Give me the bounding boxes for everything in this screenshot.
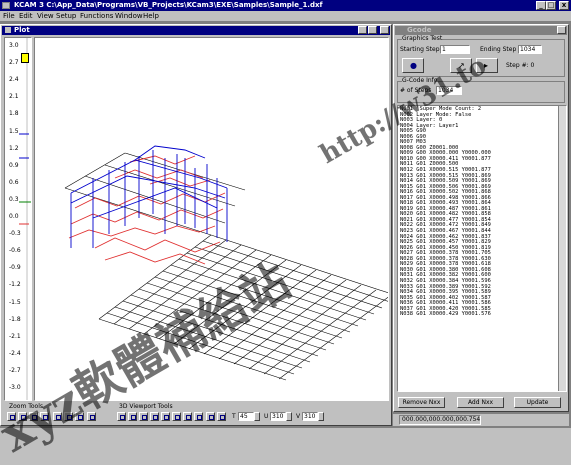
u-label: U [264,413,269,420]
menu-edit[interactable]: Edit [19,12,33,21]
view-left-button[interactable] [183,412,192,421]
view-top-button[interactable] [117,412,126,421]
t-spinner[interactable] [254,412,260,421]
status-bar: 000.000,000.000,000.754 [393,414,569,426]
view-front-button[interactable] [128,412,137,421]
v-label: V [296,413,301,420]
u-angle-field[interactable]: 310 [270,412,286,421]
menu-bar: File Edit View Setup Functions Window He… [0,11,571,21]
plot-close-button[interactable] [380,26,389,34]
cursor-coordinates: 000.000,000.000,000.754 [399,415,481,425]
gcode-close-button[interactable] [557,26,566,34]
menu-file[interactable]: File [3,12,15,21]
minimize-icon: _ [539,1,543,9]
view-right-button[interactable] [194,412,203,421]
gcode-scrollbar[interactable] [558,106,566,391]
viewport-tools-label: 3D Viewport Tools [119,403,173,410]
maximize-button[interactable]: □ [546,1,556,10]
play-button[interactable]: ● [402,58,424,73]
z-scale-marks [19,38,31,400]
gcode-lines: N001 'Super Mode Count: 2 N002 Layer Mode… [400,106,491,318]
z-scale-ruler: 3.0 2.7 2.4 2.1 1.8 1.5 1.2 0.9 0.6 0.3 0.0 -0.3 -0.… [4,37,32,401]
menu-functions[interactable]: Functions [80,12,113,21]
add-nxx-button[interactable]: Add Nxx [457,397,504,408]
graphics-test-label: Graphics Test [402,35,443,42]
t-angle-field[interactable]: 45 [238,412,254,421]
view-iso-button[interactable] [150,412,159,421]
menu-window[interactable]: Window [115,12,143,21]
view-rotate-button[interactable] [206,412,215,421]
menu-view[interactable]: View [37,12,54,21]
t-label: T [232,413,236,420]
step-counter: Step #: 0 [506,62,535,69]
minimize-button[interactable]: _ [536,1,546,10]
gcode-titlebar[interactable]: Gcode [395,26,567,35]
plot-window-icon [5,27,11,33]
ending-step-label: Ending Step [480,46,517,53]
menu-help[interactable]: Help [143,12,159,21]
plot-titlebar[interactable]: Plot [2,26,390,35]
maximize-icon: □ [547,1,555,9]
app-icon[interactable] [2,2,10,9]
plot-maximize-button[interactable] [368,26,377,34]
gcode-title: Gcode [407,26,432,34]
view-side-button[interactable] [139,412,148,421]
plot-title: Plot [14,26,30,34]
plot-minimize-button[interactable] [358,26,367,34]
close-icon: x [561,1,567,9]
u-spinner[interactable] [286,412,292,421]
view-reset-button[interactable] [217,412,226,421]
app-titlebar: KCAM 3 C:\App_Data\Programs\VB_Projects\… [0,0,571,11]
gcode-listing[interactable]: N001 'Super Mode Count: 2 N002 Layer Mode… [397,105,567,392]
binoculars-icon: ● [410,61,417,70]
v-spinner[interactable] [318,412,324,421]
v-angle-field[interactable]: 310 [302,412,318,421]
remove-nxx-button[interactable]: Remove Nxx [398,397,445,408]
starting-step-label: Starting Step [400,46,440,53]
ending-step-field[interactable]: 1034 [518,45,542,54]
update-button[interactable]: Update [514,397,561,408]
gcode-line[interactable]: N038 G01 X0000.429 Y0001.576 [400,312,491,318]
app-title: KCAM 3 C:\App_Data\Programs\VB_Projects\… [14,1,323,9]
view-back-button[interactable] [161,412,170,421]
view-bottom-button[interactable] [172,412,181,421]
menu-setup[interactable]: Setup [56,12,76,21]
z-slider-handle[interactable] [21,53,29,63]
close-button[interactable]: x [559,1,569,10]
starting-step-field[interactable]: 1 [440,45,470,54]
